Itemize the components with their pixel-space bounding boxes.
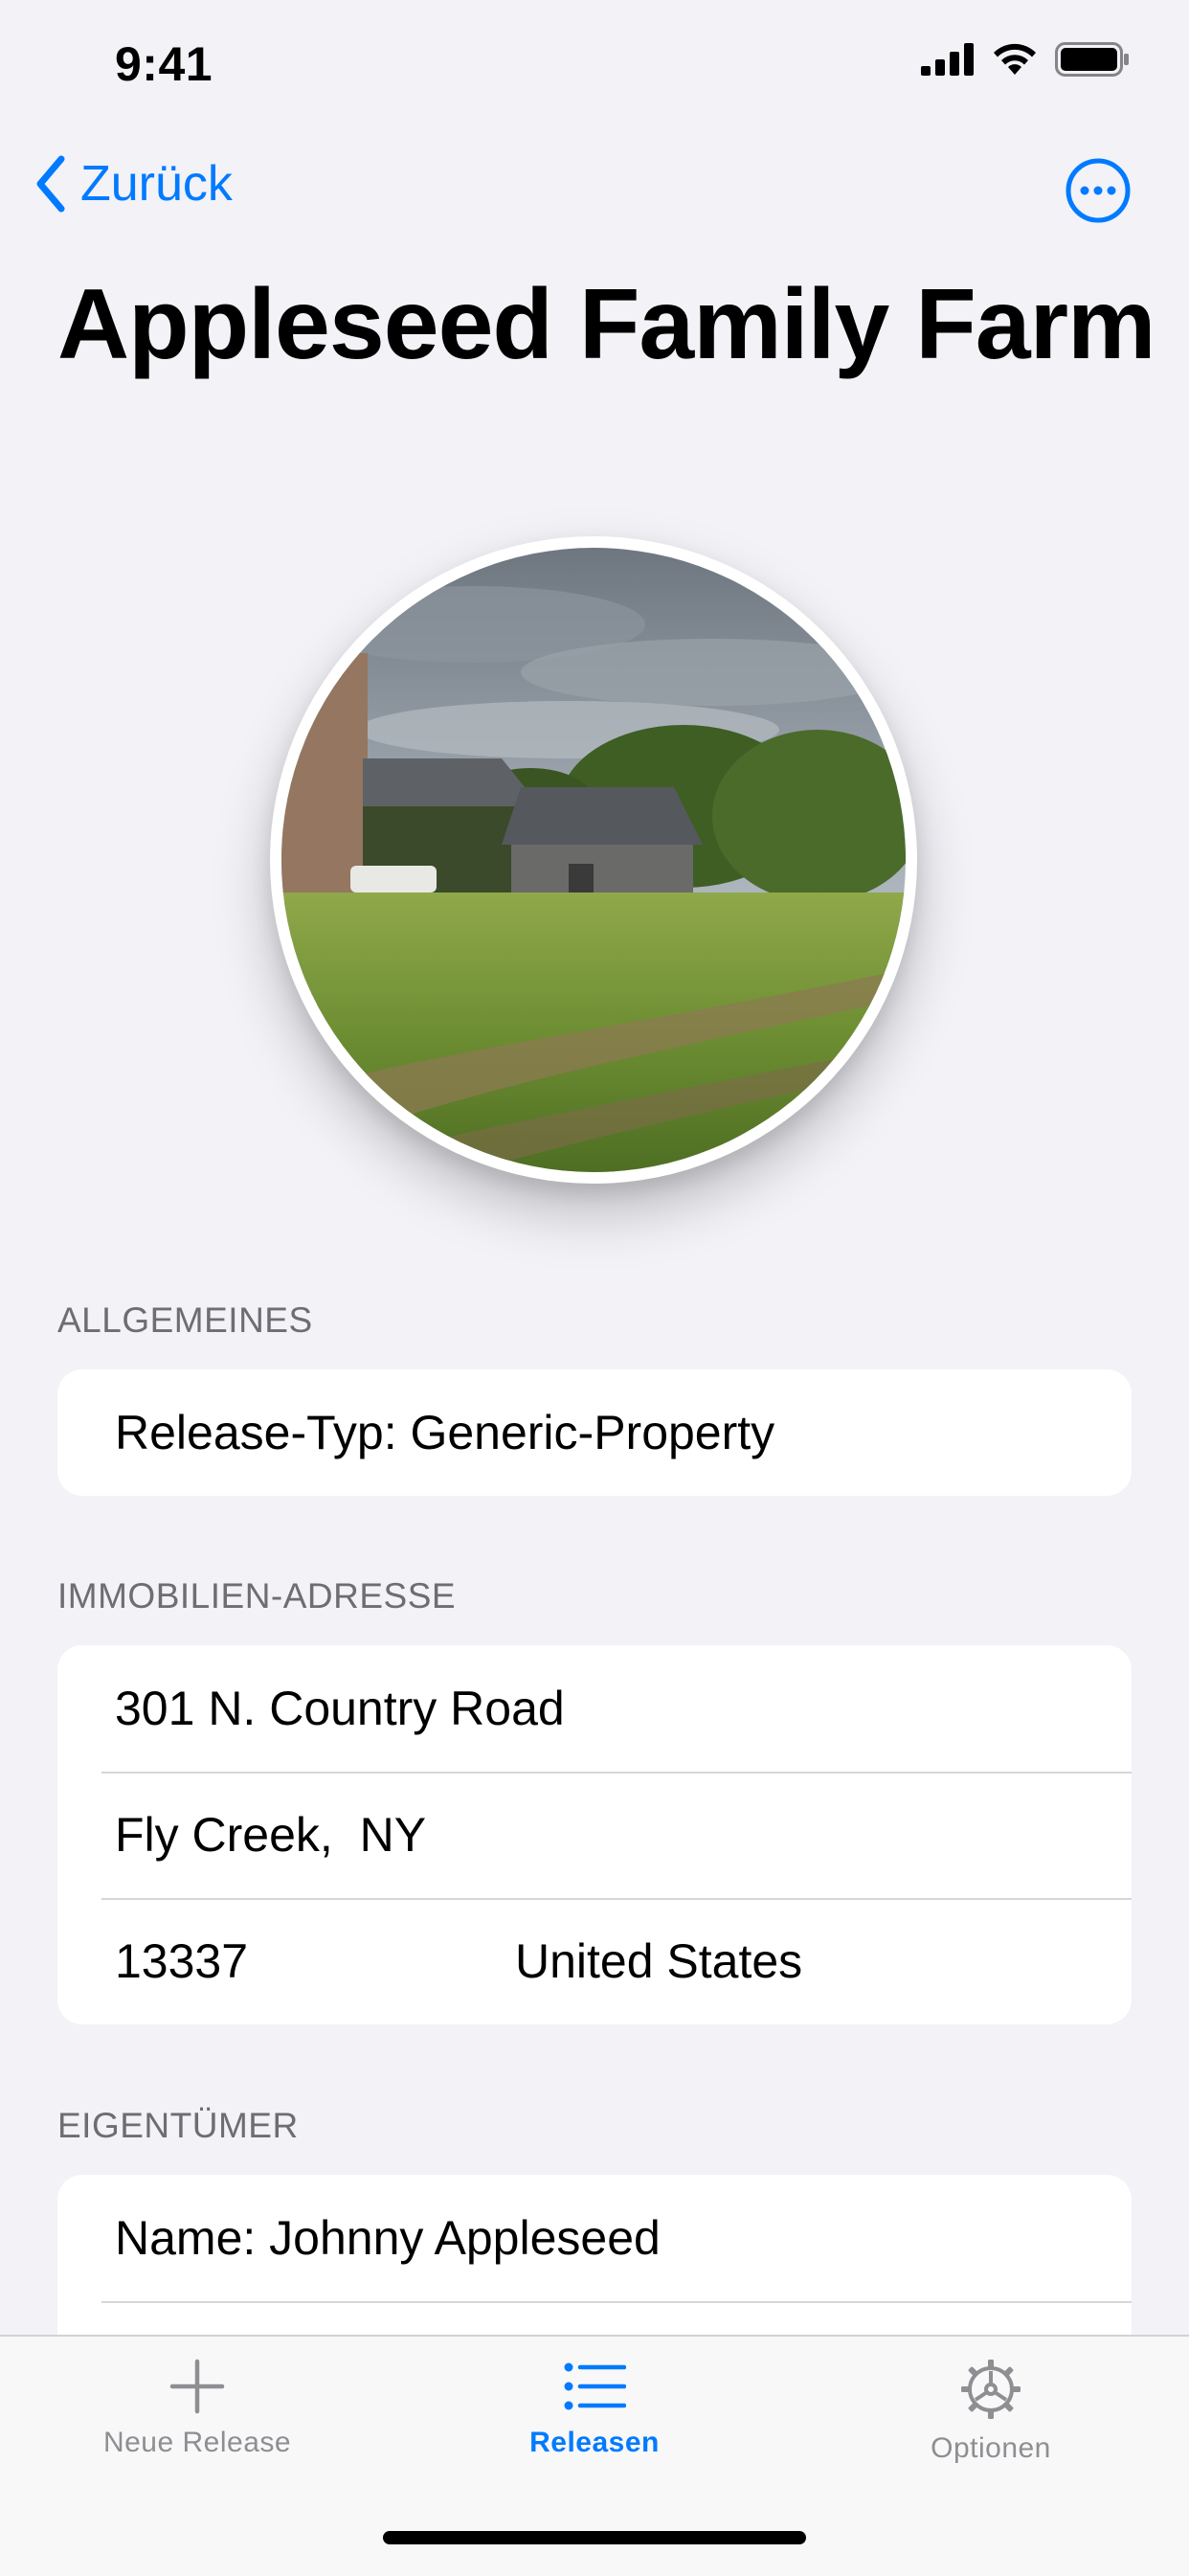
tab-new-release[interactable]: Neue Release (54, 2358, 341, 2459)
section-header-general: ALLGEMEINES (57, 1300, 313, 1340)
tab-new-release-label: Neue Release (102, 2427, 292, 2458)
general-card: Release-Typ: Generic-Property (57, 1369, 1132, 1496)
status-time: 9:41 (115, 37, 213, 91)
back-button-label: Zurück (80, 156, 233, 212)
owner-name-text: Name: Johnny Appleseed (115, 2211, 661, 2265)
chevron-left-icon (36, 155, 65, 213)
list-icon (564, 2362, 626, 2410)
release-type-row[interactable]: Release-Typ: Generic-Property (57, 1369, 1132, 1496)
farm-photo (281, 548, 906, 1172)
section-header-owner: EIGENTÜMER (57, 2106, 299, 2145)
tab-releases[interactable]: Releasen (451, 2358, 738, 2459)
more-options-button[interactable] (1065, 157, 1132, 224)
cellular-signal-icon (921, 43, 974, 76)
address-zip-country-row[interactable]: 13337 United States (57, 1898, 1132, 2024)
country-text: United States (515, 1934, 803, 1988)
status-icons (921, 42, 1130, 77)
gear-icon (961, 2360, 1021, 2419)
city-state-text: Fly Creek, NY (115, 1808, 427, 1862)
home-indicator[interactable] (383, 2531, 806, 2544)
tab-options-label: Optionen (931, 2432, 1051, 2464)
back-button[interactable]: Zurück (34, 155, 233, 213)
section-header-address: IMMOBILIEN-ADRESSE (57, 1576, 457, 1616)
page-title: Appleseed Family Farm (57, 269, 1156, 380)
ellipsis-circle-icon (1066, 158, 1131, 223)
address-street-row[interactable]: 301 N. Country Road (57, 1645, 1132, 1772)
address-card: 301 N. Country Road Fly Creek, NY 13337 … (57, 1645, 1132, 2024)
battery-icon (1055, 42, 1129, 77)
wifi-icon (994, 43, 1036, 75)
tab-releases-label: Releasen (529, 2427, 660, 2458)
owner-name-row[interactable]: Name: Johnny Appleseed (57, 2175, 1132, 2301)
release-type-text: Release-Typ: Generic-Property (115, 1406, 775, 1459)
status-bar: 9:41 (0, 0, 1189, 126)
zip-text: 13337 (115, 1934, 249, 1988)
tab-options[interactable]: Optionen (847, 2358, 1134, 2465)
address-city-row[interactable]: Fly Creek, NY (57, 1772, 1132, 1898)
property-photo[interactable] (270, 536, 917, 1184)
plus-icon (169, 2359, 225, 2414)
street-text: 301 N. Country Road (115, 1682, 565, 1735)
